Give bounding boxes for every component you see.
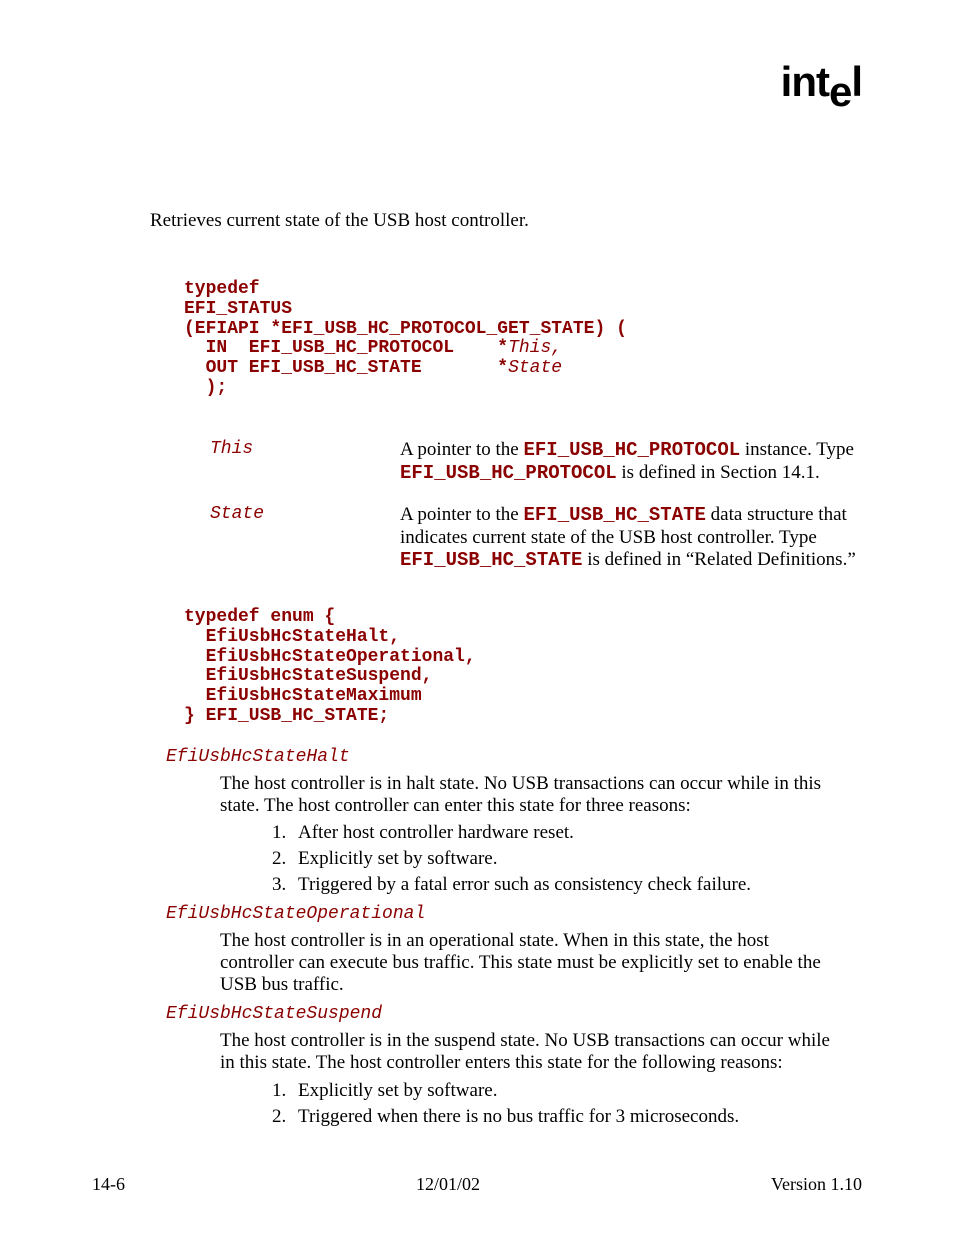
enum-value-desc: The host controller is in halt state. No… xyxy=(220,773,832,817)
enum-reason-list: 1.Explicitly set by software. 2.Triggere… xyxy=(272,1080,862,1128)
enum-value-name: EfiUsbHcStateSuspend xyxy=(166,1004,862,1024)
enum-value-desc: The host controller is in an operational… xyxy=(220,930,832,996)
footer-date: 12/01/02 xyxy=(416,1174,480,1195)
enum-value-name: EfiUsbHcStateHalt xyxy=(166,747,862,767)
list-item: 2.Triggered when there is no bus traffic… xyxy=(272,1106,862,1128)
intel-logo: intel xyxy=(781,58,862,106)
list-item: 2.Explicitly set by software. xyxy=(272,848,862,870)
enum-reason-list: 1.After host controller hardware reset. … xyxy=(272,822,862,896)
list-item: 1.Explicitly set by software. xyxy=(272,1080,862,1102)
enum-section: EfiUsbHcStateSuspend The host controller… xyxy=(92,1004,862,1128)
footer-version: Version 1.10 xyxy=(771,1174,862,1195)
enum-section: EfiUsbHcStateOperational The host contro… xyxy=(92,904,862,996)
intro-text: Retrieves current state of the USB host … xyxy=(150,210,862,232)
param-row: State A pointer to the EFI_USB_HC_STATE … xyxy=(210,504,862,572)
footer-page-number: 14-6 xyxy=(92,1174,125,1195)
page-footer: 14-6 12/01/02 Version 1.10 xyxy=(92,1174,862,1195)
enum-code-block: typedef enum { EfiUsbHcStateHalt, EfiUsb… xyxy=(184,608,862,727)
enum-value-desc: The host controller is in the suspend st… xyxy=(220,1030,832,1074)
page: intel Retrieves current state of the USB… xyxy=(0,0,954,1235)
list-item: 3.Triggered by a fatal error such as con… xyxy=(272,874,862,896)
parameter-table: This A pointer to the EFI_USB_HC_PROTOCO… xyxy=(210,439,862,572)
content-body: Retrieves current state of the USB host … xyxy=(92,60,862,1128)
enum-section: EfiUsbHcStateHalt The host controller is… xyxy=(92,747,862,897)
param-name: State xyxy=(210,504,400,572)
list-item: 1.After host controller hardware reset. xyxy=(272,822,862,844)
param-row: This A pointer to the EFI_USB_HC_PROTOCO… xyxy=(210,439,862,485)
param-desc: A pointer to the EFI_USB_HC_PROTOCOL ins… xyxy=(400,439,862,485)
enum-value-name: EfiUsbHcStateOperational xyxy=(166,904,862,924)
param-desc: A pointer to the EFI_USB_HC_STATE data s… xyxy=(400,504,862,572)
typedef-code-block: typedef EFI_STATUS (EFIAPI *EFI_USB_HC_P… xyxy=(184,280,862,399)
param-name: This xyxy=(210,439,400,485)
